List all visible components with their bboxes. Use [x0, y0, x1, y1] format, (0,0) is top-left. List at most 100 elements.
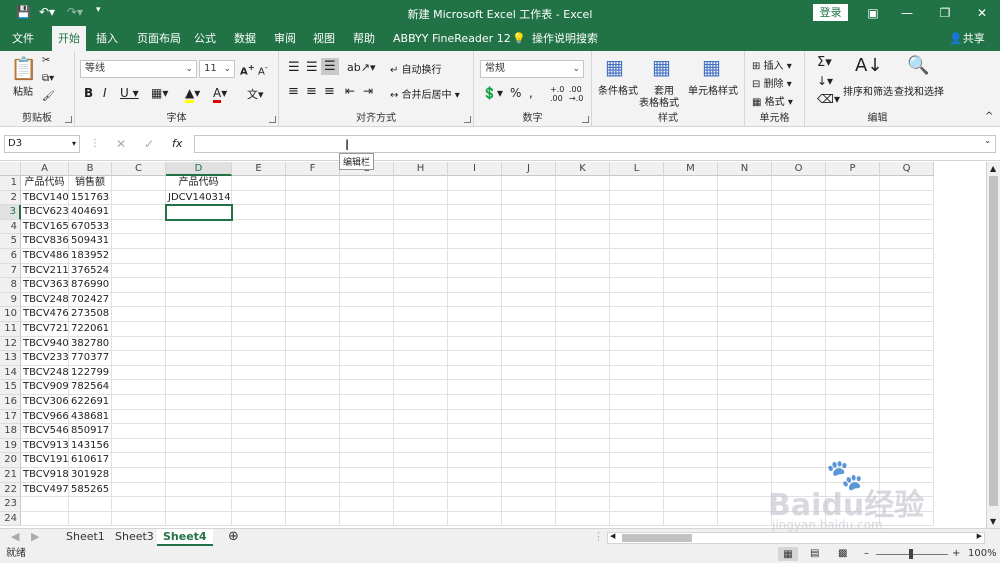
find-select-button[interactable]: 查找和选择 — [894, 83, 944, 98]
cell-M15[interactable] — [664, 380, 718, 395]
column-header-J[interactable]: J — [502, 162, 556, 176]
find-select-icon[interactable]: 🔍 — [907, 55, 929, 76]
cell-H24[interactable] — [394, 511, 448, 527]
cell-N3[interactable] — [718, 205, 772, 220]
scroll-up-icon[interactable]: ▲ — [990, 164, 996, 173]
tab-insert[interactable]: 插入 — [92, 26, 122, 51]
cell-A13[interactable]: TBCV233652 — [21, 351, 69, 366]
share-button[interactable]: 👤共享 — [945, 26, 989, 51]
cell-N24[interactable] — [718, 511, 772, 527]
alignment-launcher-icon[interactable] — [464, 116, 471, 123]
column-header-P[interactable]: P — [826, 162, 880, 176]
cell-M2[interactable] — [664, 190, 718, 206]
cell-F4[interactable] — [286, 219, 340, 235]
column-header-K[interactable]: K — [556, 162, 610, 176]
column-header-E[interactable]: E — [232, 162, 286, 176]
cell-H15[interactable] — [394, 380, 448, 395]
cell-D10[interactable] — [166, 307, 232, 322]
paste-icon[interactable]: 📋 — [10, 57, 37, 82]
cell-A5[interactable]: TBCV836584 — [21, 234, 69, 249]
cell-D13[interactable] — [166, 351, 232, 366]
cell-N4[interactable] — [718, 219, 772, 235]
cell-A10[interactable]: TBCV476638 — [21, 307, 69, 322]
tab-home[interactable]: 开始 — [52, 26, 86, 51]
cell-M5[interactable] — [664, 234, 718, 249]
page-layout-view-icon[interactable]: ▤ — [810, 546, 819, 562]
row-header[interactable]: 9 — [0, 292, 21, 308]
cell-Q13[interactable] — [880, 351, 934, 366]
cell-Q1[interactable] — [880, 176, 934, 191]
cell-B9[interactable]: 702427 — [69, 292, 112, 308]
cell-K9[interactable] — [556, 292, 610, 308]
cell-N5[interactable] — [718, 234, 772, 249]
cell-B5[interactable]: 509431 — [69, 234, 112, 249]
cell-A8[interactable]: TBCV363737 — [21, 278, 69, 293]
cell-E15[interactable] — [232, 380, 286, 395]
cell-O13[interactable] — [772, 351, 826, 366]
cell-J5[interactable] — [502, 234, 556, 249]
scroll-right-icon[interactable]: ▶ — [977, 532, 982, 540]
column-header-L[interactable]: L — [610, 162, 664, 176]
cell-N6[interactable] — [718, 249, 772, 264]
cell-G2[interactable] — [340, 190, 394, 206]
fill-icon[interactable]: ↓▾ — [817, 74, 833, 88]
font-color-icon[interactable]: A▾ — [213, 86, 227, 103]
cell-N18[interactable] — [718, 424, 772, 439]
cell-B4[interactable]: 670533 — [69, 219, 112, 235]
cell-J10[interactable] — [502, 307, 556, 322]
cell-L12[interactable] — [610, 336, 664, 352]
cell-C13[interactable] — [112, 351, 166, 366]
row-header[interactable]: 5 — [0, 234, 21, 249]
cell-G12[interactable] — [340, 336, 394, 352]
cell-H7[interactable] — [394, 263, 448, 279]
cell-K4[interactable] — [556, 219, 610, 235]
cell-F5[interactable] — [286, 234, 340, 249]
cell-K5[interactable] — [556, 234, 610, 249]
cell-C15[interactable] — [112, 380, 166, 395]
cell-G5[interactable] — [340, 234, 394, 249]
lightbulb-icon[interactable]: 💡 — [508, 26, 530, 51]
cell-F20[interactable] — [286, 453, 340, 468]
cell-L10[interactable] — [610, 307, 664, 322]
cell-E13[interactable] — [232, 351, 286, 366]
cell-F1[interactable] — [286, 176, 340, 191]
zoom-in-icon[interactable]: + — [952, 546, 960, 562]
cell-E12[interactable] — [232, 336, 286, 352]
column-header-I[interactable]: I — [448, 162, 502, 176]
cell-F24[interactable] — [286, 511, 340, 527]
cell-B22[interactable]: 585265 — [69, 482, 112, 498]
cell-L3[interactable] — [610, 205, 664, 220]
borders-icon[interactable]: ▦▾ — [151, 86, 168, 100]
cell-Q11[interactable] — [880, 322, 934, 337]
cell-C2[interactable] — [112, 190, 166, 206]
cell-A9[interactable]: TBCV248938 — [21, 292, 69, 308]
cell-D15[interactable] — [166, 380, 232, 395]
cell-L21[interactable] — [610, 468, 664, 483]
cell-A18[interactable]: TBCV546073 — [21, 424, 69, 439]
cell-A1[interactable]: 产品代码 — [21, 176, 69, 191]
cell-P16[interactable] — [826, 395, 880, 410]
cell-K6[interactable] — [556, 249, 610, 264]
cell-M6[interactable] — [664, 249, 718, 264]
delete-cells-button[interactable]: ⊟ 删除 ▾ — [752, 75, 792, 90]
cell-A6[interactable]: TBCV486424 — [21, 249, 69, 264]
cell-N7[interactable] — [718, 263, 772, 279]
cell-N23[interactable] — [718, 497, 772, 512]
cell-E18[interactable] — [232, 424, 286, 439]
cell-G11[interactable] — [340, 322, 394, 337]
row-header[interactable]: 13 — [0, 351, 21, 366]
cell-D6[interactable] — [166, 249, 232, 264]
cell-F14[interactable] — [286, 365, 340, 381]
row-header[interactable]: 11 — [0, 322, 21, 337]
cell-F11[interactable] — [286, 322, 340, 337]
cell-C1[interactable] — [112, 176, 166, 191]
tab-review[interactable]: 审阅 — [270, 26, 300, 51]
cell-J24[interactable] — [502, 511, 556, 527]
cell-G23[interactable] — [340, 497, 394, 512]
cell-J18[interactable] — [502, 424, 556, 439]
cell-Q17[interactable] — [880, 409, 934, 425]
cell-E7[interactable] — [232, 263, 286, 279]
cell-G17[interactable] — [340, 409, 394, 425]
cell-E8[interactable] — [232, 278, 286, 293]
column-header-O[interactable]: O — [772, 162, 826, 176]
